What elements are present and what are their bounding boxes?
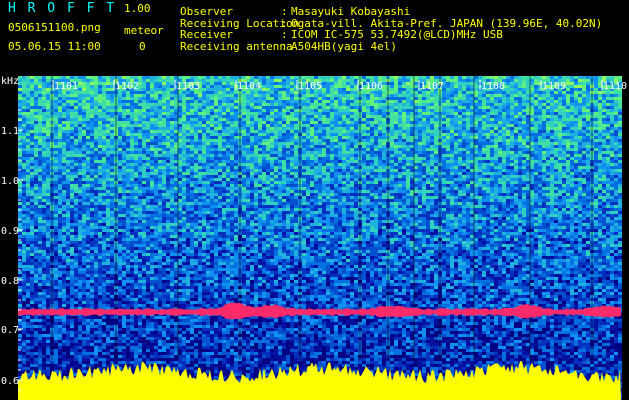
y-tick-label: 0.6: [1, 376, 19, 387]
x-tick-label: 1103: [176, 81, 200, 92]
x-tick-label: 1109: [542, 81, 566, 92]
x-tick-label: 1101: [54, 81, 78, 92]
x-tick-label: 1108: [481, 81, 505, 92]
y-axis-unit: kHz: [1, 76, 19, 87]
y-tick-label: 1.1: [1, 126, 19, 137]
x-tick-label: 1105: [298, 81, 322, 92]
x-tick-label: 1106: [359, 81, 383, 92]
x-tick-label: 1104: [237, 81, 261, 92]
x-tick-label: 1110: [603, 81, 627, 92]
y-tick-label: 1.0: [1, 176, 19, 187]
y-tick-label: 0.7: [1, 325, 19, 336]
y-tick-label: 0.9: [1, 226, 19, 237]
y-tick-label: 0.8: [1, 276, 19, 287]
x-tick-label: 1102: [115, 81, 139, 92]
spectrogram-plot: 1.1 1.0 0.9 0.8 0.7 0.6 1101 1102 1103 1104 1105 11…: [1, 76, 627, 400]
spectrogram-noise: [18, 76, 622, 400]
x-tick-label: 1107: [420, 81, 444, 92]
